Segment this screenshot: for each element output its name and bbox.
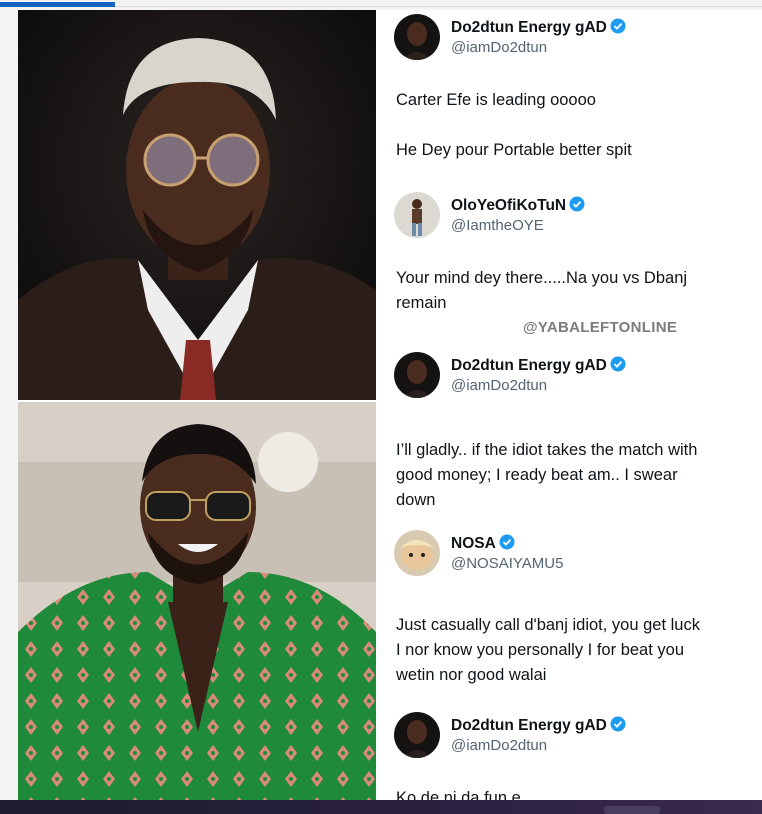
tweet-text-line: I’ll gladly.. if the idiot takes the mat… (396, 441, 698, 459)
user-handle[interactable]: @iamDo2dtun (451, 39, 547, 56)
taskbar-item[interactable] (604, 806, 660, 814)
top-photo (18, 10, 376, 400)
tweet-text-line: He Dey pour Portable better spit (396, 141, 632, 159)
bottom-photo (18, 402, 376, 800)
user-handle[interactable]: @NOSAIYAMU5 (451, 555, 563, 572)
tweet-text-line: Ko de ni da fun e (396, 789, 521, 800)
verified-badge-icon (499, 534, 515, 555)
display-name[interactable]: Do2dtun Energy gAD (451, 18, 626, 39)
verified-badge-icon (569, 196, 585, 217)
tweet-header: NOSA @NOSAIYAMU5 (394, 528, 762, 576)
man-dark-avatar[interactable] (394, 712, 440, 758)
tweet-header: Do2dtun Energy gAD @iamDo2dtun (394, 350, 762, 398)
display-name[interactable]: OloYeOfiKoTuN (451, 196, 585, 217)
tweet-text-line: wetin nor good walai (396, 666, 547, 684)
display-name[interactable]: NOSA (451, 534, 515, 555)
tweet-header: Do2dtun Energy gAD @iamDo2dtun (394, 12, 762, 60)
tweet-text-line: down (396, 491, 436, 509)
tweet-text-line: Your mind dey there.....Na you vs Dbanj (396, 269, 688, 287)
browser-top-bar (0, 0, 762, 10)
verified-badge-icon (610, 716, 626, 737)
tweet-text-line: I nor know you personally I for beat you (396, 641, 684, 659)
top-divider (115, 6, 762, 7)
tweet-header: Do2dtun Energy gAD @iamDo2dtun (394, 710, 762, 758)
tweet-thread: Do2dtun Energy gAD @iamDo2dtun Carter Ef… (394, 10, 762, 800)
man-dark-avatar[interactable] (394, 14, 440, 60)
tweet-text-line: Carter Efe is leading ooooo (396, 91, 596, 109)
man-standing-avatar[interactable] (394, 192, 440, 238)
user-handle[interactable]: @IamtheOYE (451, 217, 544, 234)
man-dark-avatar[interactable] (394, 352, 440, 398)
user-handle[interactable]: @iamDo2dtun (451, 737, 547, 754)
display-name[interactable]: Do2dtun Energy gAD (451, 356, 626, 377)
tweet-text-line: good money; I ready beat am.. I swear (396, 466, 678, 484)
display-name[interactable]: Do2dtun Energy gAD (451, 716, 626, 737)
cartoon-avatar[interactable] (394, 530, 440, 576)
tweet-header: OloYeOfiKoTuN @IamtheOYE (394, 190, 762, 238)
verified-badge-icon (610, 356, 626, 377)
user-handle[interactable]: @iamDo2dtun (451, 377, 547, 394)
watermark: @YABALEFTONLINE (523, 319, 678, 336)
tweet-text-line: remain (396, 294, 447, 312)
post-image-card[interactable]: Do2dtun Energy gAD @iamDo2dtun Carter Ef… (18, 10, 762, 800)
active-tab-indicator (0, 2, 115, 7)
verified-badge-icon (610, 18, 626, 39)
tweet-text-line: Just casually call d'banj idiot, you get… (396, 616, 700, 634)
taskbar (0, 800, 762, 814)
